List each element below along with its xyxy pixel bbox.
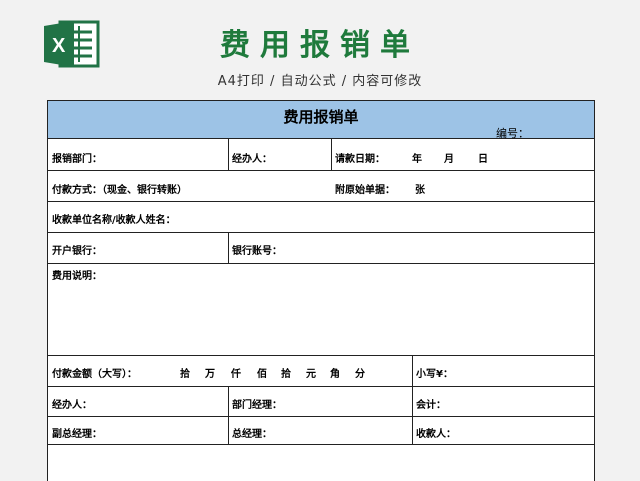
receiver-label: 收款人： [416, 429, 456, 440]
dept-label: 报销部门： [52, 154, 102, 165]
date-year-label: 年 [412, 154, 422, 165]
date-day-label: 日 [478, 154, 488, 165]
amount-unit-wan: 万 [205, 369, 215, 380]
bank-label: 开户银行： [52, 246, 102, 257]
row-divider [48, 263, 594, 264]
row-divider [48, 355, 594, 356]
amount-unit-jiao: 角 [330, 369, 340, 380]
banner-subtitle: A4打印 / 自动公式 / 内容可修改 [217, 74, 423, 89]
row-divider [48, 232, 594, 233]
vice-gm-label: 副总经理： [52, 429, 102, 440]
row-divider [48, 386, 594, 387]
reimbursement-form: 费用报销单 编号： 报销部门： 经办人： 请款日期： 年 月 日 付款方式：（现… [47, 100, 595, 481]
attachments-label: 附原始单据： [335, 185, 395, 196]
amount-label: 付款金额（大写）： [52, 369, 137, 380]
banner-title: 费用报销单 [220, 28, 420, 63]
accountant-label: 会计： [416, 400, 446, 411]
payee-label: 收款单位名称/收款人姓名： [52, 215, 176, 226]
column-divider [412, 355, 413, 386]
amount-unit-fen: 分 [355, 369, 365, 380]
row-divider [48, 201, 594, 202]
column-divider [412, 386, 413, 444]
attachments-unit: 张 [415, 185, 425, 196]
amount-unit-shi: 拾 [180, 369, 190, 380]
column-divider [228, 232, 229, 263]
column-divider [331, 139, 332, 170]
serial-number-label: 编号： [496, 127, 529, 140]
subtotal-label: 小写¥： [416, 369, 453, 380]
amount-unit-yuan: 元 [306, 369, 316, 380]
row-divider [48, 170, 594, 171]
amount-unit-qian: 仟 [231, 369, 241, 380]
amount-unit-bai: 佰 [257, 369, 267, 380]
description-label: 费用说明： [52, 271, 102, 282]
row-divider [48, 444, 594, 445]
payment-method-label: 付款方式：（现金、银行转账） [52, 185, 187, 196]
account-label: 银行账号： [232, 246, 282, 257]
dept-manager-label: 部门经理： [232, 400, 282, 411]
handler-label: 经办人： [232, 154, 272, 165]
column-divider [228, 386, 229, 444]
form-title: 费用报销单 [283, 108, 359, 126]
form-header: 费用报销单 编号： [48, 101, 594, 140]
row-divider [48, 416, 594, 417]
handler2-label: 经办人： [52, 400, 92, 411]
column-divider [228, 139, 229, 170]
request-date-label: 请款日期： [335, 154, 385, 165]
amount-unit-shi2: 拾 [281, 369, 291, 380]
date-month-label: 月 [444, 154, 454, 165]
gm-label: 总经理： [232, 429, 272, 440]
